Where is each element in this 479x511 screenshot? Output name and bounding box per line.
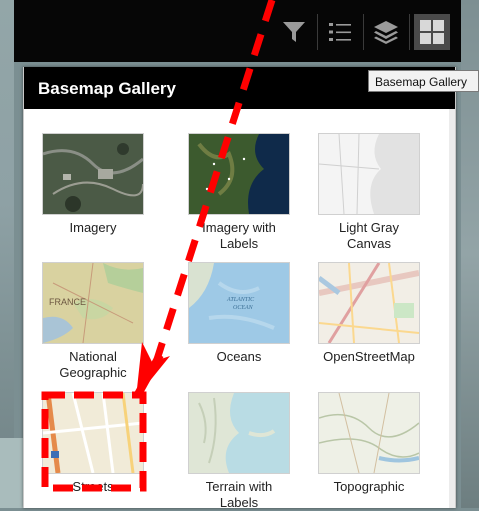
map-toolbar (14, 0, 461, 62)
tooltip: Basemap Gallery (368, 70, 479, 92)
basemap-gallery-icon (420, 20, 444, 44)
oceans-thumbnail: ATLANTIC OCEAN (188, 262, 290, 344)
toolbar-separator (363, 14, 364, 50)
basemap-tile-light-gray-canvas[interactable]: Light Gray Canvas (314, 133, 424, 252)
basemap-tile-topographic[interactable]: Topographic (314, 392, 424, 495)
basemap-label: Imagery with Labels (202, 220, 276, 251)
svg-text:FRANCE: FRANCE (49, 297, 86, 307)
basemap-label: National Geographic (59, 349, 127, 380)
imagery-labels-thumbnail (188, 133, 290, 215)
basemap-tile-national-geographic[interactable]: FRANCE National Geographic (38, 262, 148, 381)
legend-list-icon (329, 23, 351, 41)
basemap-label: Streets (72, 479, 114, 494)
basemap-label: Imagery (69, 220, 117, 235)
toolbar-separator (409, 14, 410, 50)
basemap-tile-imagery[interactable]: Imagery (38, 133, 148, 236)
imagery-thumbnail (42, 133, 144, 215)
streets-thumbnail (42, 392, 144, 474)
terrain-labels-thumbnail (188, 392, 290, 474)
toolbar-separator (317, 14, 318, 50)
basemap-label: Topographic (333, 479, 405, 494)
basemap-label: Oceans (216, 349, 262, 364)
basemap-tile-terrain-labels[interactable]: Terrain with Labels (184, 392, 294, 511)
svg-text:ATLANTIC: ATLANTIC (226, 297, 255, 303)
basemap-label: Light Gray Canvas (339, 220, 399, 251)
basemap-tile-streets[interactable]: Streets (38, 392, 148, 495)
layers-icon (374, 21, 398, 44)
legend-button[interactable] (322, 14, 358, 50)
basemap-label: Terrain with Labels (205, 479, 273, 510)
basemap-tile-openstreetmap[interactable]: OpenStreetMap (314, 262, 424, 365)
light-gray-canvas-thumbnail (318, 133, 420, 215)
layers-button[interactable] (368, 14, 404, 50)
filter-button[interactable] (276, 14, 312, 50)
panel-scrollbar[interactable] (449, 109, 455, 508)
national-geographic-thumbnail: FRANCE (42, 262, 144, 344)
panel-title: Basemap Gallery (38, 79, 176, 98)
openstreetmap-thumbnail (318, 262, 420, 344)
basemap-tile-oceans[interactable]: ATLANTIC OCEAN Oceans (184, 262, 294, 365)
svg-text:OCEAN: OCEAN (233, 305, 254, 311)
map-background-left (0, 0, 14, 508)
filter-icon (283, 22, 305, 42)
topographic-thumbnail (318, 392, 420, 474)
basemap-tile-imagery-labels[interactable]: Imagery with Labels (184, 133, 294, 252)
basemap-gallery-button[interactable] (414, 14, 450, 50)
basemap-label: OpenStreetMap (323, 349, 415, 364)
